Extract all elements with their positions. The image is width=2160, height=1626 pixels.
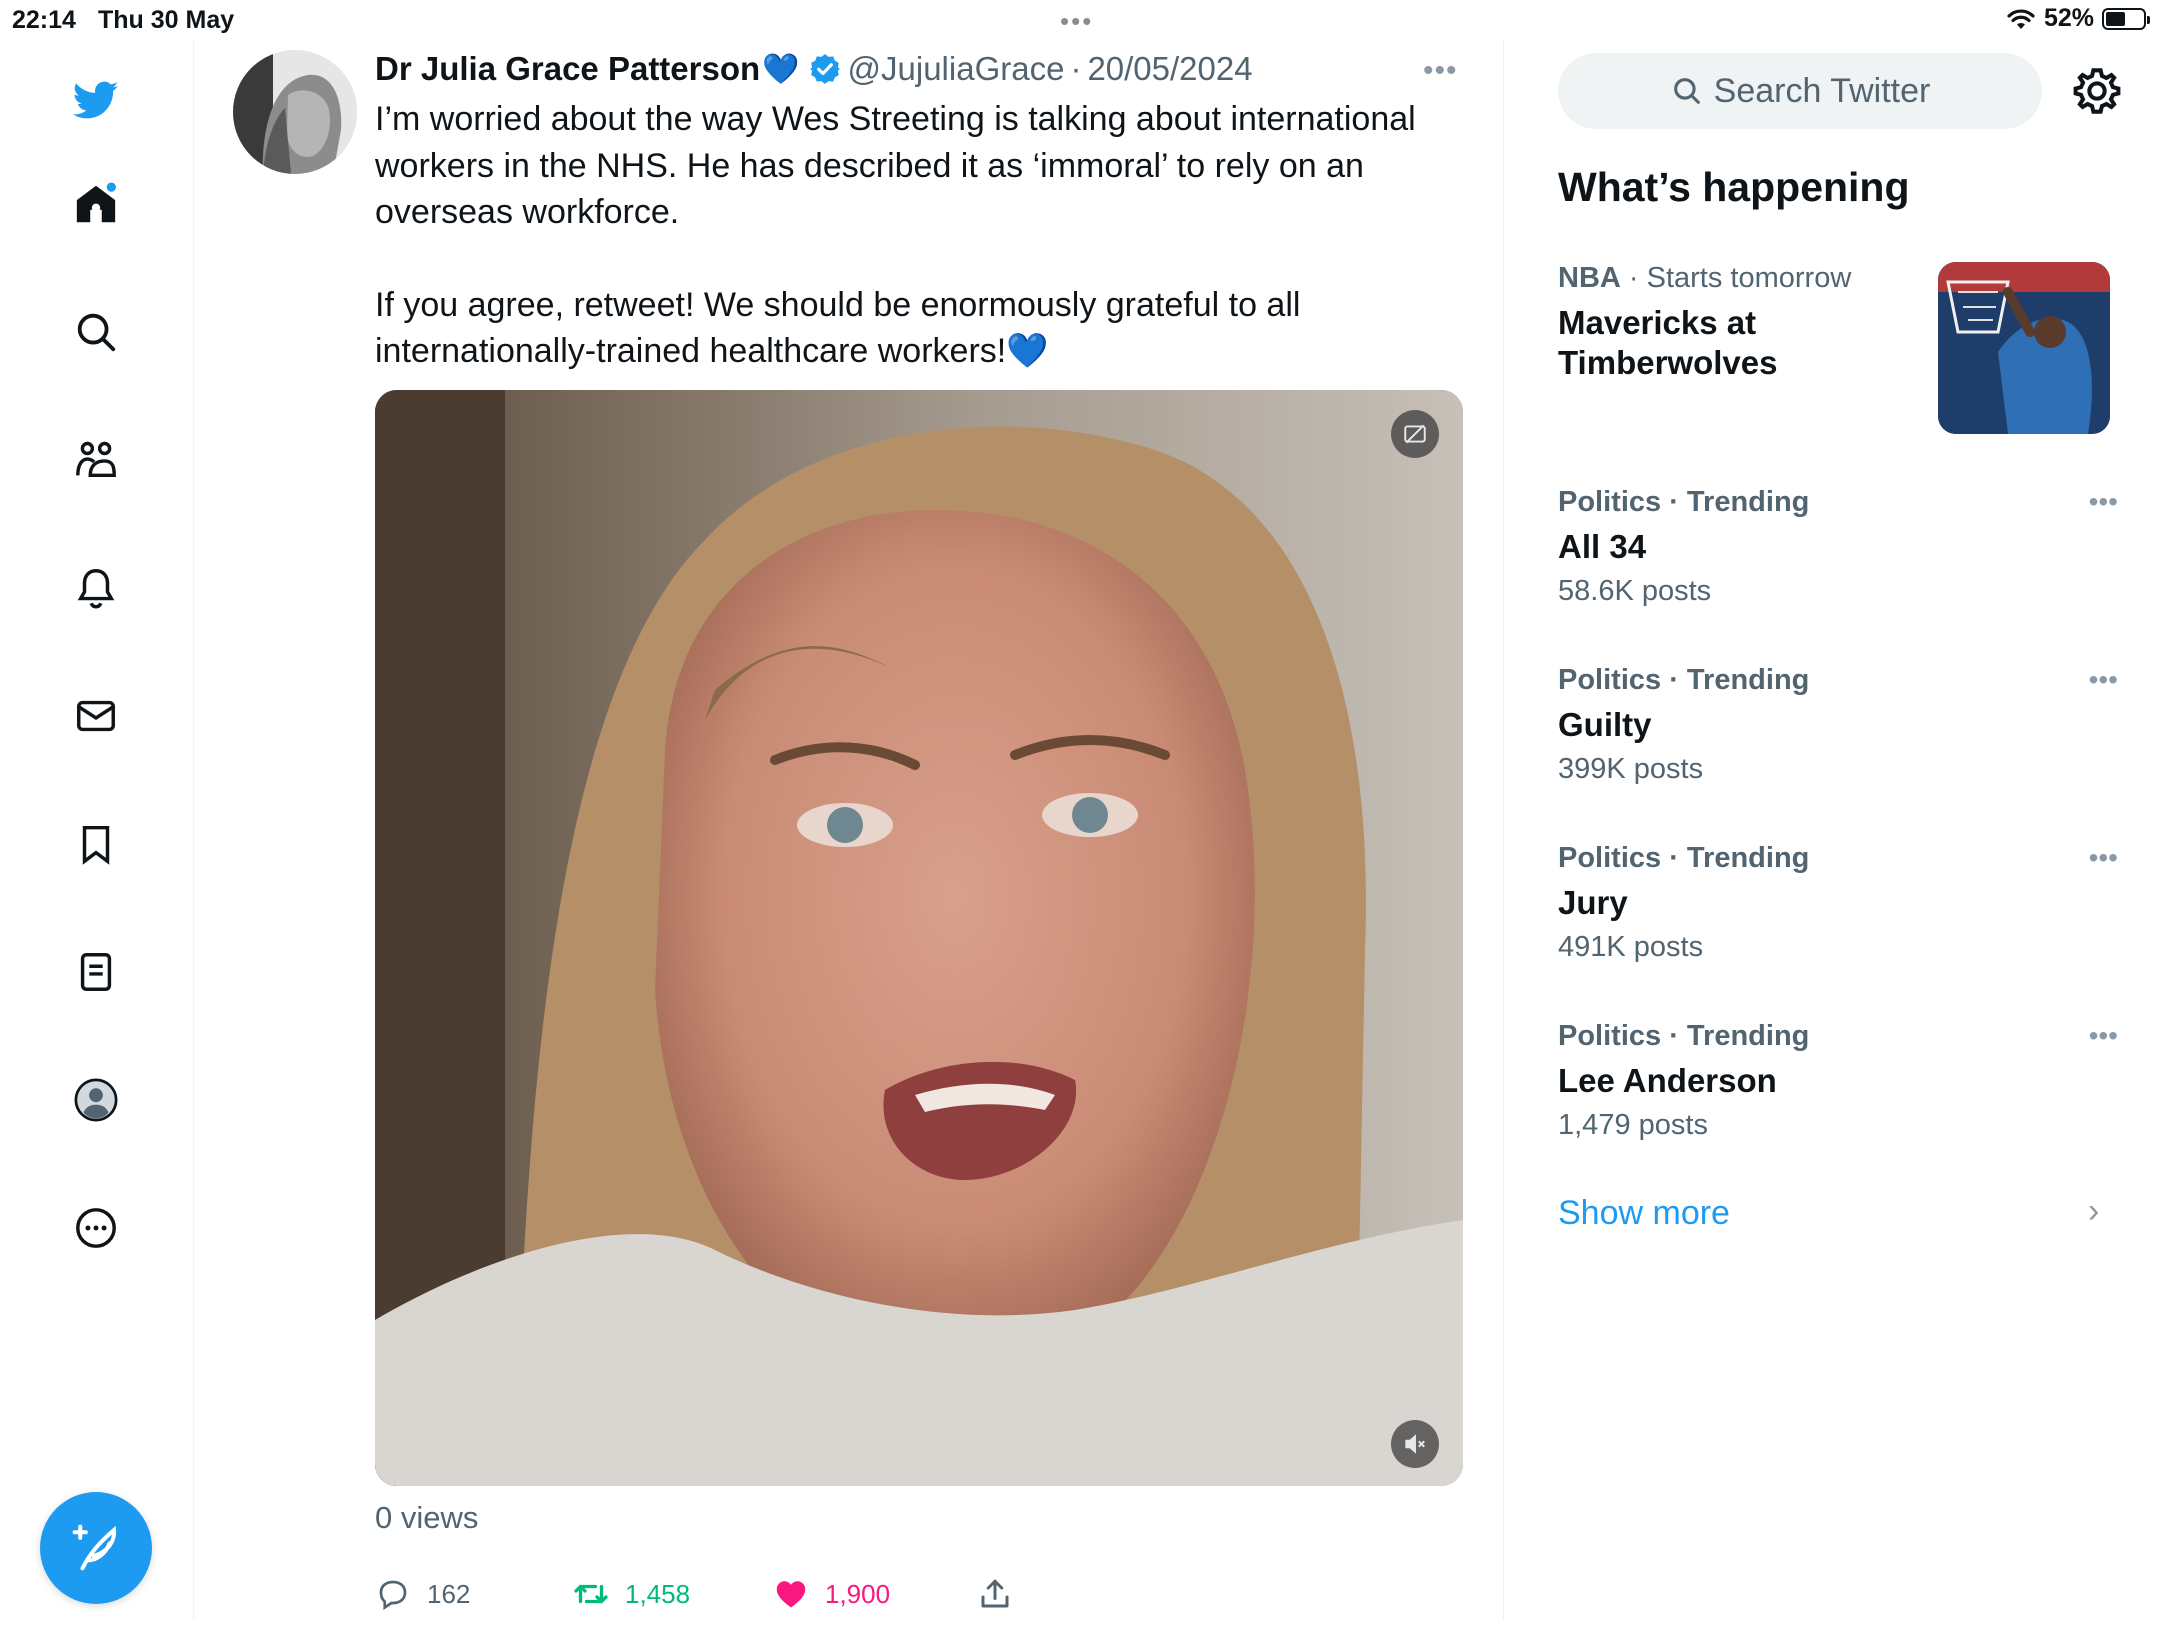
search-bar[interactable]: Search Twitter [1558,53,2042,129]
trend-category: Politics [1558,1020,1662,1052]
blue-heart-emoji: 💙 [1006,332,1049,370]
tweet-header: Dr Julia Grace Patterson 💙 @JujuliaGrace… [375,44,1253,94]
trend-item[interactable]: Politics · Trending Lee Anderson 1,479 p… [1558,1020,2118,1142]
trend-context: · Starts tomorrow [1628,262,1852,294]
trend-topic: All 34 [1558,528,1647,565]
trend-more-icon[interactable]: ••• [2089,842,2118,874]
retweet-button[interactable]: 1,458 [573,1576,690,1612]
like-button[interactable]: 1,900 [773,1576,890,1612]
trend-topic: Lee Anderson [1558,1062,1777,1099]
status-date: Thu 30 May [98,6,235,34]
trend-meta: Politics · Trending [1558,664,2118,697]
left-navigation [0,40,194,1620]
communities-icon[interactable] [66,430,126,490]
battery-percent: 52% [2043,4,2094,32]
lists-icon[interactable] [66,942,126,1002]
show-more-link[interactable]: Show more [1558,1194,1730,1233]
trend-category: Politics [1558,664,1662,696]
trend-meta: Politics · Trending [1558,1020,2118,1053]
trend-image [1938,262,2110,434]
status-bar: 22:14 Thu 30 May ••• 52% [0,0,2160,40]
settings-gear-icon[interactable] [2070,64,2124,118]
tweet-date[interactable]: 20/05/2024 [1087,50,1252,88]
blue-heart-emoji: 💙 [762,52,800,86]
status-right: 52% [2006,4,2150,33]
author-handle[interactable]: @JujuliaGrace [848,50,1065,88]
profile-avatar-icon[interactable] [66,1070,126,1130]
search-icon [1673,78,1700,104]
compose-tweet-button[interactable] [40,1492,152,1604]
more-options-icon[interactable] [66,1198,126,1258]
tweet-detail: Dr Julia Grace Patterson 💙 @JujuliaGrace… [193,40,1504,1620]
trend-topic: Jury [1558,884,1628,921]
mute-volume-icon[interactable] [1391,1420,1439,1468]
trend-topic: Guilty [1558,706,1652,743]
twitter-logo-icon[interactable] [66,70,126,130]
multitasking-dots-icon[interactable]: ••• [1060,6,1093,37]
tweet-more-icon[interactable]: ••• [1423,54,1458,88]
trend-item[interactable]: Politics · Trending Jury 491K posts ••• [1558,842,2118,964]
trend-count: 399K posts [1558,753,1704,785]
tweet-actions: 162 1,458 1,900 [375,1576,1275,1626]
trend-context: · Trending [1669,486,1810,518]
tweet-video[interactable] [375,390,1463,1486]
trend-count: 1,479 posts [1558,1109,1708,1141]
like-count: 1,900 [825,1578,891,1609]
trend-topic: Mavericks at Timberwolves [1558,304,1778,381]
retweet-icon [574,1584,608,1604]
wifi-icon [2007,8,2035,29]
trend-category: Politics [1558,486,1662,518]
author-avatar[interactable] [233,50,357,174]
trend-count: 491K posts [1558,931,1704,963]
author-name[interactable]: Dr Julia Grace Patterson [375,50,760,88]
views-count: 0 views [375,1500,479,1535]
trend-context: · Trending [1669,1020,1810,1052]
explore-search-icon[interactable] [66,302,126,362]
tweet-paragraph-2: If you agree, retweet! We should be enor… [375,282,1455,375]
trend-more-icon[interactable]: ••• [2089,664,2118,696]
tweet-body: I’m worried about the way Wes Streeting … [375,96,1455,375]
whats-happening-title: What’s happening [1558,164,1910,210]
trend-category: NBA [1558,262,1621,294]
heart-icon [776,1581,806,1608]
right-sidebar: Search Twitter What’s happening NBA · St… [1504,40,2160,1620]
trend-more-icon[interactable]: ••• [2089,1020,2118,1052]
reply-button[interactable]: 162 [375,1576,470,1612]
battery-icon [2102,7,2150,30]
retweet-count: 1,458 [625,1578,691,1609]
tweet-paragraph-2-text: If you agree, retweet! We should be enor… [375,285,1301,371]
trend-item[interactable]: Politics · Trending Guilty 399K posts ••… [1558,664,2118,786]
home-icon[interactable] [66,174,126,234]
trend-meta: Politics · Trending [1558,486,2118,519]
date-separator: · [1070,50,1082,87]
trend-context: · Trending [1669,842,1810,874]
trend-item[interactable]: NBA · Starts tomorrow Mavericks at Timbe… [1558,262,2118,434]
share-button[interactable] [977,1576,1013,1612]
verified-badge-icon [809,54,840,84]
reply-icon [379,1580,407,1611]
reply-count: 162 [427,1578,471,1609]
messages-mail-icon[interactable] [66,686,126,746]
trend-item[interactable]: Politics · Trending All 34 58.6K posts •… [1558,486,2118,608]
trend-count: 58.6K posts [1558,575,1712,607]
bookmarks-icon[interactable] [66,814,126,874]
tweet-paragraph-1: I’m worried about the way Wes Streeting … [375,100,1416,231]
trend-meta: Politics · Trending [1558,842,2118,875]
search-placeholder: Search Twitter [1713,71,1931,110]
hide-media-icon[interactable] [1391,410,1439,458]
status-time: 22:14 [12,6,76,34]
chevron-right-icon[interactable]: › [2088,1192,2099,1231]
notifications-bell-icon[interactable] [66,558,126,618]
compose-feather-icon [72,1524,117,1571]
trend-more-icon[interactable]: ••• [2089,486,2118,518]
share-icon [981,1579,1009,1608]
trend-context: · Trending [1669,664,1810,696]
trend-category: Politics [1558,842,1662,874]
